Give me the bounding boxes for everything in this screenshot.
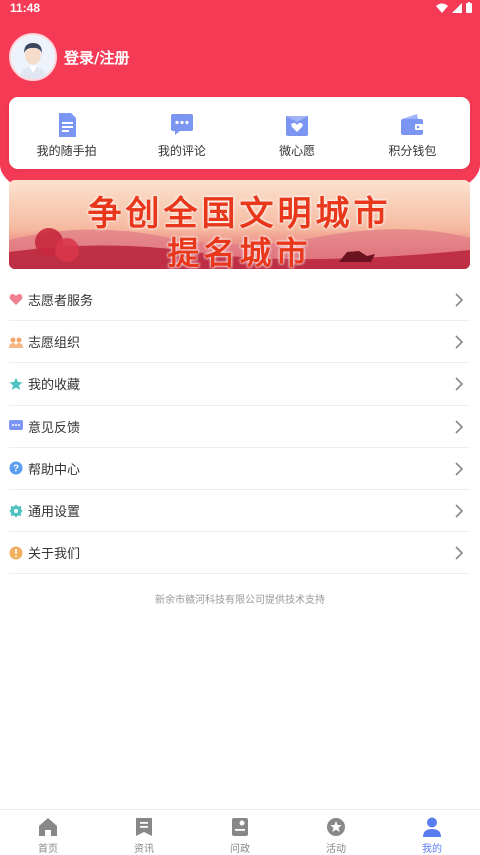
quick-action-micro-wish[interactable]: 微心愿 — [240, 97, 355, 169]
menu-item-about-us[interactable]: 关于我们 — [9, 532, 470, 575]
menu-item-label: 我的收藏 — [28, 378, 81, 394]
group-icon — [9, 335, 23, 349]
menu-item-volunteer-org[interactable]: 志愿组织 — [9, 321, 470, 364]
tab-home[interactable]: 首页 — [0, 810, 96, 855]
menu-item-label: 意见反馈 — [28, 420, 81, 436]
heart-box-icon — [286, 116, 309, 136]
document-icon — [58, 113, 76, 137]
bottom-tab-bar: 首页 资讯 问政 活动 我的 — [0, 809, 480, 855]
quick-action-my-comments[interactable]: 我的评论 — [124, 97, 239, 169]
svg-text:?: ? — [13, 464, 19, 475]
wallet-icon — [401, 114, 424, 135]
chevron-right-icon — [455, 462, 464, 476]
quick-action-label: 微心愿 — [279, 144, 316, 158]
tab-label: 首页 — [38, 844, 58, 855]
banner-subheadline: 提名城市 — [167, 234, 312, 269]
inquiry-icon — [232, 818, 248, 836]
menu-item-general-settings[interactable]: 通用设置 — [9, 490, 470, 533]
chevron-right-icon — [455, 419, 464, 434]
menu-item-label: 志愿组织 — [28, 336, 81, 352]
heart-icon — [9, 293, 23, 307]
comment-icon — [170, 114, 193, 135]
help-icon: ? — [9, 461, 23, 475]
chevron-right-icon — [455, 335, 464, 349]
login-register-link[interactable]: 登录/注册 — [64, 47, 129, 68]
menu-item-label: 帮助中心 — [28, 462, 81, 478]
menu-item-my-favorites[interactable]: 我的收藏 — [9, 363, 470, 406]
star-icon — [9, 377, 23, 391]
chevron-right-icon — [455, 377, 464, 391]
home-icon — [39, 818, 57, 836]
status-time: 11:48 — [10, 1, 41, 15]
quick-actions-card: 我的随手拍 我的评论 微心愿 积分钱包 — [9, 97, 470, 169]
quick-action-my-photos[interactable]: 我的随手拍 — [9, 97, 124, 169]
tab-label: 问政 — [230, 844, 250, 855]
promo-banner[interactable]: 争创全国文明城市 提名城市 — [9, 180, 470, 269]
quick-action-label: 我的评论 — [157, 144, 206, 158]
avatar-person-icon — [11, 35, 55, 79]
system-icons — [436, 2, 472, 13]
tab-news[interactable]: 资讯 — [96, 810, 192, 855]
battery-icon — [466, 2, 472, 13]
quick-action-label: 积分钱包 — [388, 144, 437, 158]
chevron-right-icon — [455, 504, 464, 518]
tech-support-note: 新余市赣河科技有限公司提供技术支持 — [155, 595, 325, 606]
quick-action-points-wallet[interactable]: 积分钱包 — [355, 97, 470, 169]
info-icon — [9, 546, 23, 560]
wifi-icon — [436, 3, 448, 13]
tab-activity[interactable]: 活动 — [288, 810, 384, 855]
tab-inquiry[interactable]: 问政 — [192, 810, 288, 855]
signal-icon — [452, 2, 462, 13]
news-icon — [136, 818, 152, 836]
settings-icon — [9, 504, 23, 518]
feedback-icon — [9, 419, 23, 433]
chevron-right-icon — [455, 546, 464, 560]
tab-label: 活动 — [326, 844, 346, 855]
settings-menu: 志愿者服务 志愿组织 我的收藏 意见反馈 ? 帮助中心 通用设置 关于我们 — [9, 279, 470, 575]
menu-item-label: 通用设置 — [28, 505, 81, 521]
profile-icon — [423, 817, 441, 837]
menu-item-feedback[interactable]: 意见反馈 — [9, 406, 470, 448]
menu-item-label: 志愿者服务 — [28, 294, 94, 310]
menu-item-help-center[interactable]: ? 帮助中心 — [9, 448, 470, 490]
activity-icon — [327, 818, 345, 836]
chevron-right-icon — [455, 293, 464, 307]
tab-label: 资讯 — [134, 844, 154, 855]
status-bar: 11:48 — [0, 0, 480, 18]
avatar[interactable] — [9, 33, 57, 81]
tab-label: 我的 — [422, 844, 442, 855]
menu-item-label: 关于我们 — [28, 547, 81, 563]
tab-profile[interactable]: 我的 — [384, 810, 480, 855]
quick-action-label: 我的随手拍 — [36, 144, 97, 158]
menu-item-volunteer-service[interactable]: 志愿者服务 — [9, 279, 470, 322]
profile-section[interactable]: 登录/注册 — [9, 33, 129, 81]
